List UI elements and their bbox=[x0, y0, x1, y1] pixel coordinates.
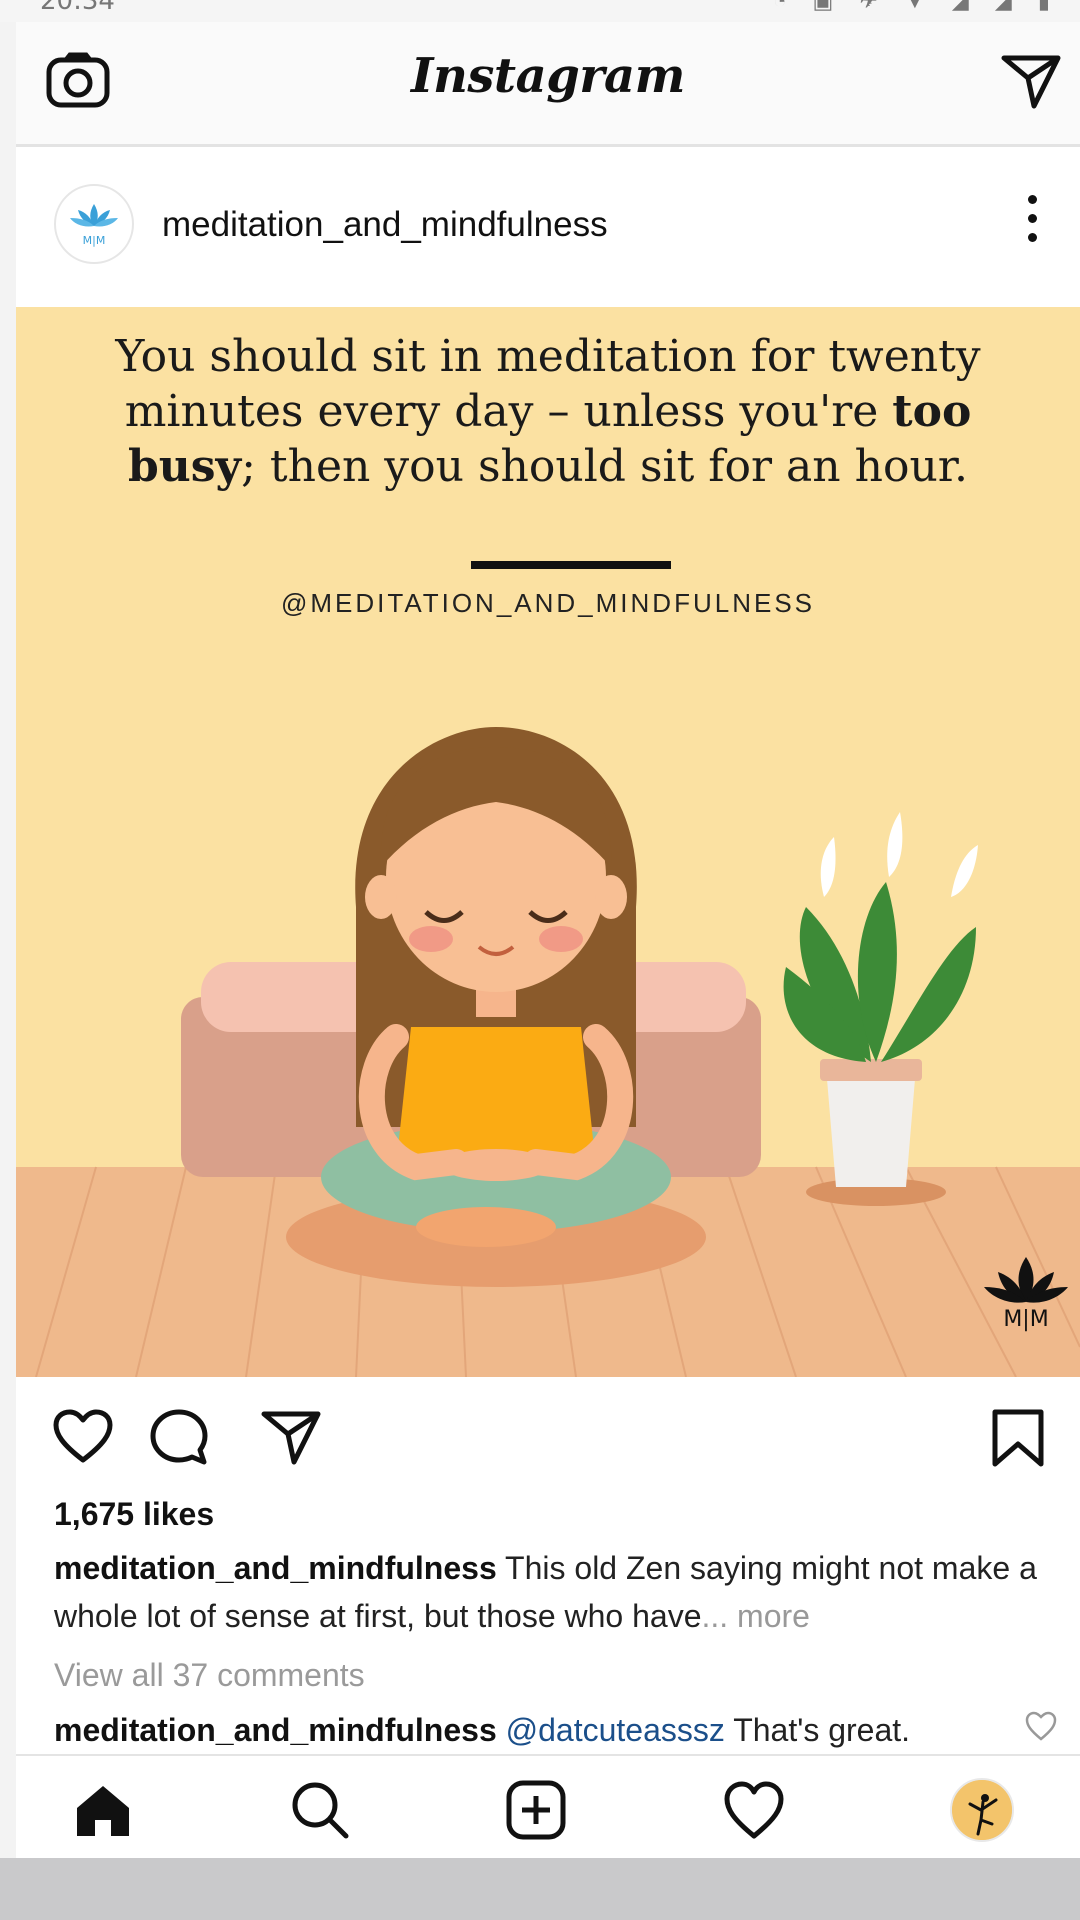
instagram-app: Instagram M|M meditation_and_mindfulness bbox=[16, 22, 1080, 1860]
quote-text: You should sit in meditation for twenty … bbox=[115, 331, 981, 492]
screen-gutter bbox=[0, 22, 16, 1860]
post-image[interactable]: You should sit in meditation for twenty … bbox=[16, 307, 1080, 1377]
post-header: M|M meditation_and_mindfulness bbox=[16, 147, 1080, 307]
lotus-logo-icon: M|M bbox=[70, 204, 118, 247]
comment-like-icon[interactable] bbox=[1024, 1710, 1058, 1742]
more-options-icon[interactable] bbox=[1024, 195, 1040, 255]
comment-text: That's great. bbox=[724, 1712, 911, 1748]
avatar-text: M|M bbox=[83, 234, 106, 247]
comment-row: meditation_and_mindfulness @datcuteasssz… bbox=[54, 1712, 1054, 1749]
account-avatar[interactable]: M|M bbox=[54, 184, 134, 264]
comment-icon[interactable] bbox=[148, 1408, 210, 1466]
bottom-navigation bbox=[16, 1754, 1080, 1860]
yoga-pose-icon bbox=[952, 1780, 1012, 1840]
top-bar: Instagram bbox=[16, 22, 1080, 147]
activity-heart-icon[interactable] bbox=[722, 1778, 786, 1842]
system-icons: ◔ ▣ ✈ ▼ ◢ ◢ ▮ bbox=[773, 0, 1060, 13]
profile-icon[interactable] bbox=[950, 1778, 1014, 1842]
comment-mention[interactable]: @datcuteasssz bbox=[497, 1712, 725, 1748]
like-count[interactable]: 1,675 likes bbox=[54, 1496, 214, 1533]
bookmark-icon[interactable] bbox=[990, 1408, 1046, 1468]
status-time: 20:34 bbox=[40, 0, 115, 16]
post-caption: meditation_and_mindfulness This old Zen … bbox=[54, 1544, 1054, 1640]
caption-more-link[interactable]: ... more bbox=[701, 1598, 809, 1634]
quote-divider bbox=[471, 561, 671, 569]
system-navigation-area bbox=[0, 1858, 1080, 1920]
image-handle: @MEDITATION_AND_MINDFULNESS bbox=[280, 588, 816, 618]
heart-icon[interactable] bbox=[52, 1408, 114, 1464]
post-actions bbox=[16, 1380, 1080, 1490]
status-bar: 20:34 ◔ ▣ ✈ ▼ ◢ ◢ ▮ bbox=[0, 0, 1080, 22]
direct-message-icon[interactable] bbox=[1000, 52, 1062, 110]
watermark-text: M|M bbox=[1003, 1307, 1049, 1332]
caption-username[interactable]: meditation_and_mindfulness bbox=[54, 1550, 497, 1586]
post-username[interactable]: meditation_and_mindfulness bbox=[162, 205, 608, 245]
comment-username[interactable]: meditation_and_mindfulness bbox=[54, 1712, 497, 1748]
search-icon[interactable] bbox=[288, 1778, 352, 1842]
home-icon[interactable] bbox=[71, 1778, 135, 1842]
view-all-comments-link[interactable]: View all 37 comments bbox=[54, 1657, 365, 1694]
instagram-logo: Instagram bbox=[411, 48, 685, 104]
add-post-icon[interactable] bbox=[504, 1778, 568, 1842]
share-icon[interactable] bbox=[260, 1408, 322, 1466]
